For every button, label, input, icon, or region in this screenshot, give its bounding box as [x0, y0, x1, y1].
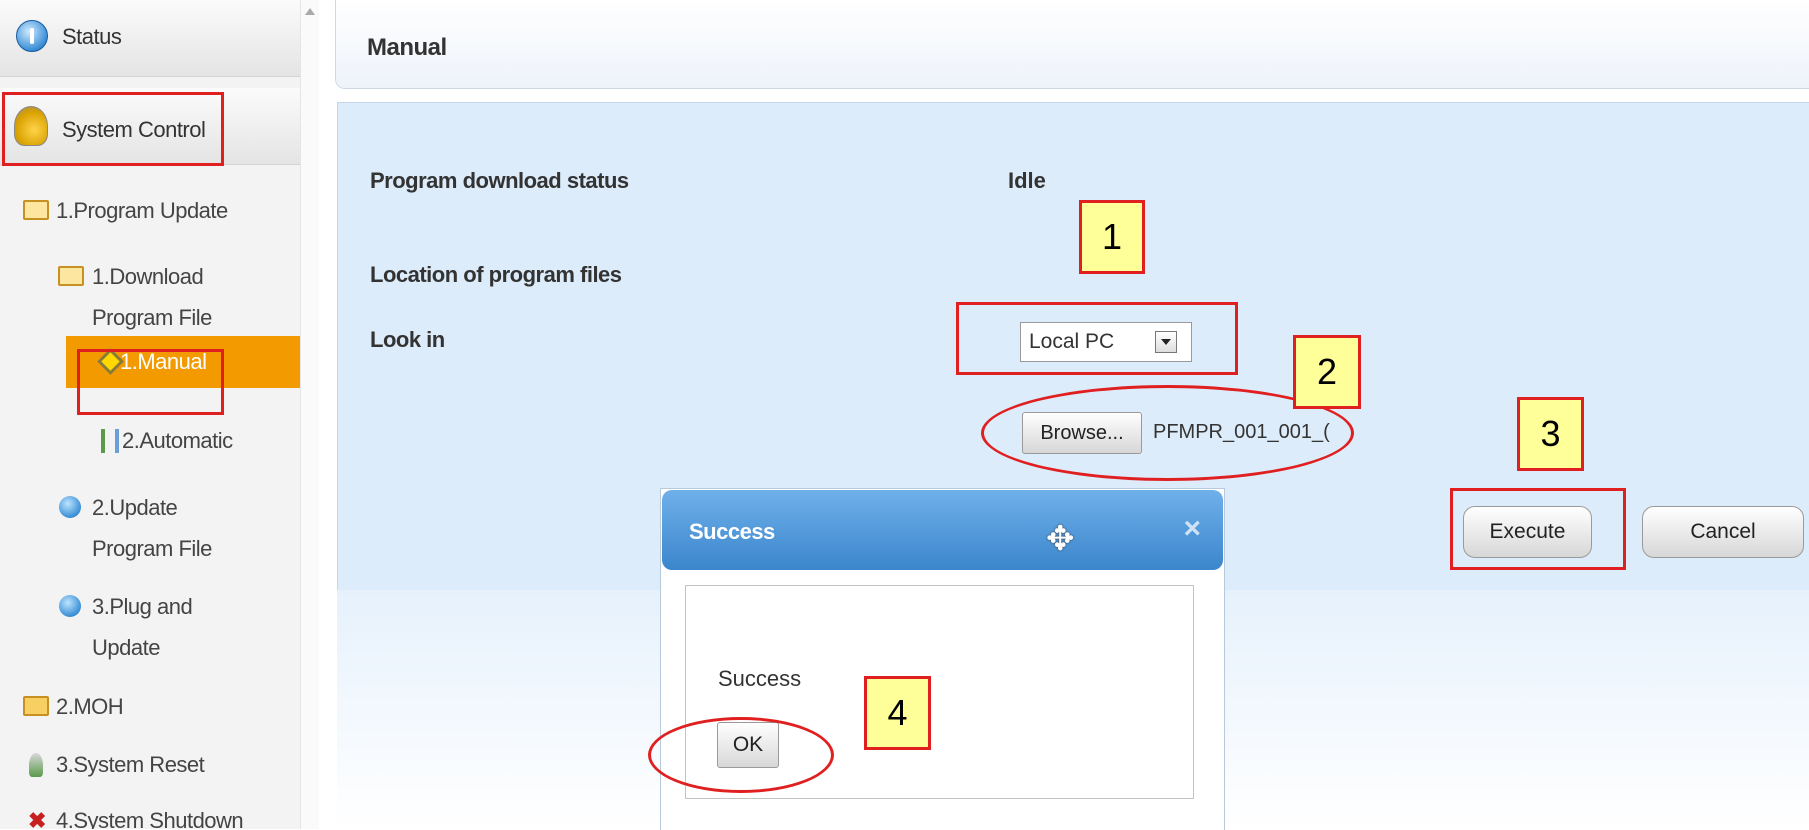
- cancel-button[interactable]: Cancel: [1642, 506, 1804, 558]
- sidebar-item-plug-and-update[interactable]: 3.Plug and Update: [0, 586, 300, 666]
- sidebar-scrollbar[interactable]: [300, 0, 319, 829]
- dialog-title: Success: [689, 519, 775, 544]
- sidebar-item-download-program-file[interactable]: 1.Download Program File: [0, 256, 300, 336]
- callout-2: 2: [1293, 335, 1361, 409]
- annotation-box-system-control: [2, 92, 224, 166]
- sidebar-item-label: Status: [62, 24, 122, 49]
- sidebar-item-label: 1.Program Update: [56, 198, 228, 223]
- info-icon: [16, 20, 48, 52]
- shutdown-x-icon: ✖: [28, 808, 46, 830]
- scroll-up-arrow-icon[interactable]: [305, 8, 315, 15]
- annotation-box-lookin: [956, 302, 1238, 375]
- folder-icon: [23, 696, 49, 716]
- annotation-box-manual: [77, 349, 224, 415]
- sidebar-item-label: 2.MOH: [56, 694, 124, 719]
- annotation-box-execute: [1450, 488, 1626, 570]
- sidebar-item-label: Update: [92, 635, 160, 660]
- move-cursor-icon: ✥: [1046, 520, 1075, 558]
- sidebar-item-label: 2.Automatic: [122, 428, 233, 453]
- annotation-ellipse-ok: [648, 717, 834, 793]
- close-icon[interactable]: ×: [1183, 512, 1201, 546]
- globe-icon: [59, 496, 81, 518]
- sidebar-item-system-shutdown[interactable]: ✖ 4.System Shutdown: [0, 800, 300, 829]
- globe-icon: [59, 595, 81, 617]
- folder-open-icon: [58, 266, 84, 286]
- sidebar-item-automatic[interactable]: 2.Automatic: [0, 420, 300, 461]
- sidebar-item-label: 2.Update: [92, 495, 178, 520]
- download-status-label: Program download status: [370, 168, 629, 193]
- sidebar-item-label: Program File: [92, 536, 212, 561]
- location-label: Location of program files: [370, 262, 622, 287]
- sidebar-item-program-update[interactable]: 1.Program Update: [0, 190, 300, 231]
- system-reset-icon: [29, 753, 43, 777]
- page-header: Manual: [335, 0, 1809, 89]
- sidebar-item-update-program-file[interactable]: 2.Update Program File: [0, 487, 300, 567]
- dialog-title-bar[interactable]: Success ✥ ×: [662, 490, 1223, 570]
- dialog-message: Success: [718, 666, 802, 691]
- callout-3: 3: [1517, 397, 1584, 471]
- lookin-label: Look in: [370, 327, 445, 352]
- sidebar-item-system-reset[interactable]: 3.System Reset: [0, 744, 300, 785]
- sidebar-item-label: Program File: [92, 305, 212, 330]
- sidebar-item-status[interactable]: Status: [0, 0, 300, 77]
- download-status-value: Idle: [1008, 168, 1046, 193]
- sidebar-item-moh[interactable]: 2.MOH: [0, 686, 300, 727]
- folder-open-icon: [23, 200, 49, 220]
- automatic-icon: [101, 429, 119, 453]
- sidebar-item-label: 3.Plug and: [92, 594, 193, 619]
- sidebar-item-label: 3.System Reset: [56, 752, 205, 777]
- callout-1: 1: [1079, 200, 1145, 274]
- callout-4: 4: [864, 676, 931, 750]
- sidebar-item-label: 1.Download: [92, 264, 204, 289]
- page-title: Manual: [367, 34, 447, 61]
- sidebar-item-label: 4.System Shutdown: [56, 808, 244, 829]
